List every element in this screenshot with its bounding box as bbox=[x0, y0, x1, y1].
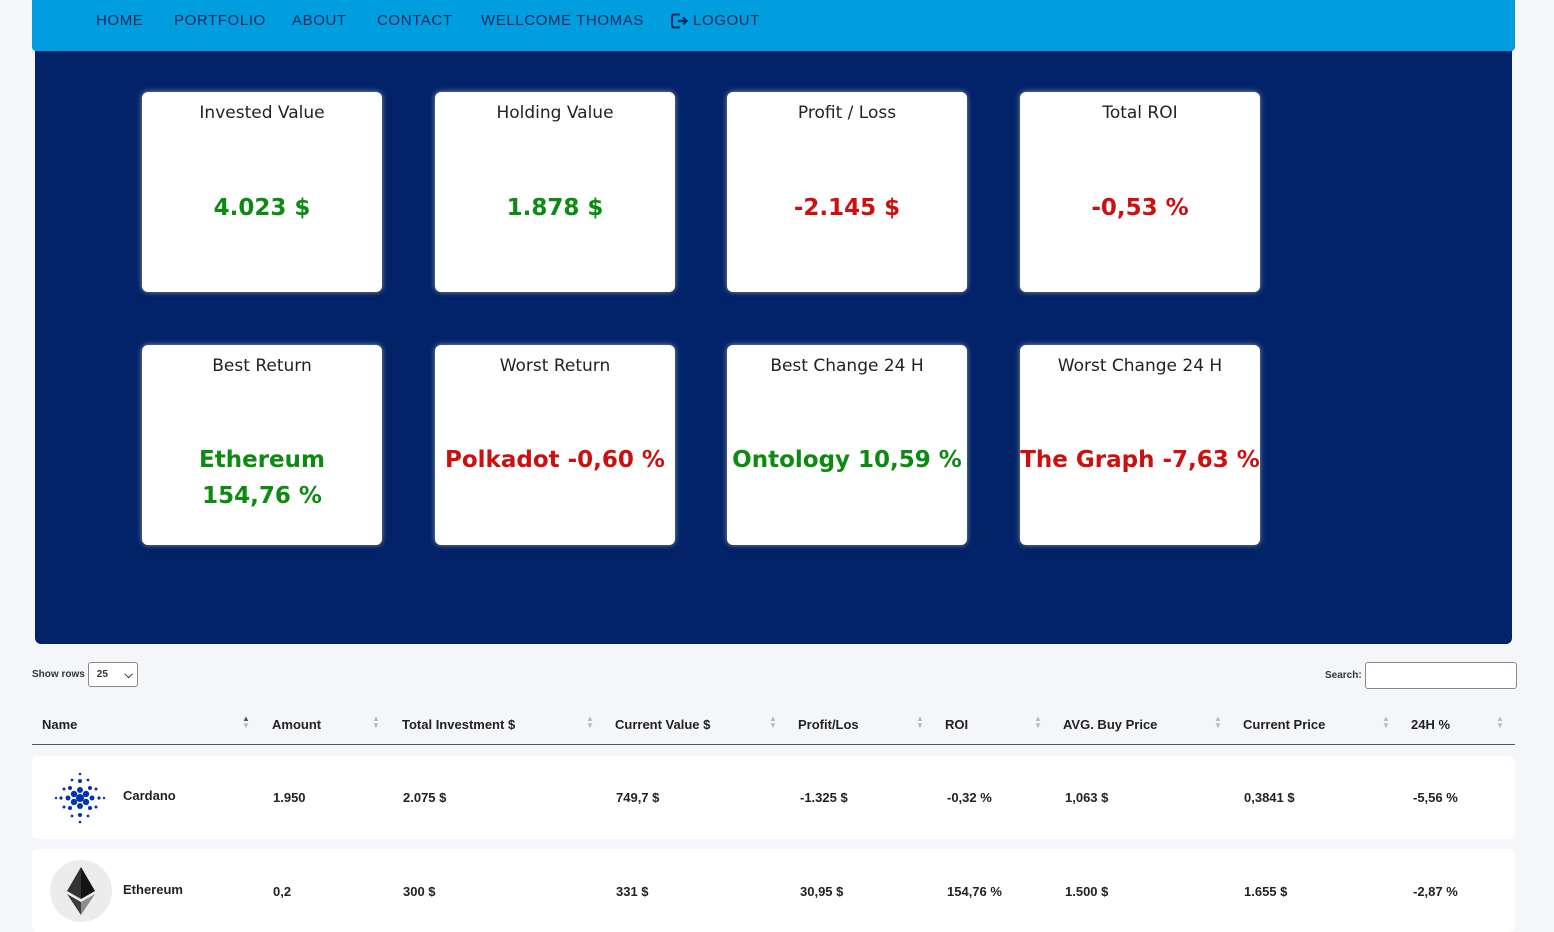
rows-per-page-value: 25 bbox=[96, 669, 108, 680]
card-profit-loss: Profit / Loss -2.145 $ bbox=[727, 92, 967, 292]
card-value: 1.878 $ bbox=[506, 195, 604, 221]
show-rows-control: Show rows 25 ⌵ bbox=[32, 662, 138, 687]
column-header-total-investment[interactable]: Total Investment $ bbox=[402, 717, 515, 732]
card-value: The Graph -7,63 % bbox=[1020, 447, 1260, 473]
chevron-down-icon: ⌵ bbox=[124, 669, 133, 681]
sort-icon[interactable]: ▲ ▼ bbox=[1496, 715, 1504, 730]
column-header-roi[interactable]: ROI bbox=[945, 717, 968, 732]
card-best-change-24h: Best Change 24 H Ontology 10,59 % bbox=[727, 345, 967, 545]
card-invested-value: Invested Value 4.023 $ bbox=[142, 92, 382, 292]
cell-current-value: 749,7 $ bbox=[616, 790, 660, 805]
card-title: Best Return bbox=[212, 356, 312, 376]
top-nav: HOME PORTFOLIO ABOUT CONTACT WELLCOME TH… bbox=[32, 0, 1515, 51]
card-best-return: Best Return Ethereum 154,76 % bbox=[142, 345, 382, 545]
nav-logout[interactable]: LOGOUT bbox=[671, 12, 760, 29]
sort-icon[interactable]: ▲ ▼ bbox=[372, 715, 380, 730]
rows-per-page-select[interactable]: 25 ⌵ bbox=[87, 662, 138, 687]
sort-icon[interactable]: ▲ ▼ bbox=[769, 715, 777, 730]
search-label: Search: bbox=[1325, 670, 1362, 681]
column-header-24h[interactable]: 24H % bbox=[1411, 717, 1450, 732]
cell-total-investment: 300 $ bbox=[403, 884, 436, 899]
cell-profit: -1.325 $ bbox=[800, 790, 848, 805]
card-title: Holding Value bbox=[496, 103, 614, 123]
card-value: Ontology 10,59 % bbox=[732, 447, 962, 473]
nav-portfolio[interactable]: PORTFOLIO bbox=[174, 12, 266, 29]
cell-avg-buy-price: 1,063 $ bbox=[1065, 790, 1109, 805]
column-header-current-price[interactable]: Current Price bbox=[1243, 717, 1325, 732]
cell-avg-buy-price: 1.500 $ bbox=[1065, 884, 1109, 899]
column-header-profit[interactable]: Profit/Los bbox=[798, 717, 859, 732]
column-header-avg-buy-price[interactable]: AVG. Buy Price bbox=[1063, 717, 1157, 732]
logout-icon bbox=[671, 13, 689, 28]
card-title: Worst Return bbox=[499, 356, 611, 376]
cell-24h-change: -2,87 % bbox=[1413, 884, 1458, 899]
card-title: Best Change 24 H bbox=[770, 356, 924, 376]
column-header-amount[interactable]: Amount bbox=[272, 717, 321, 732]
sort-icon[interactable]: ▲ ▼ bbox=[1382, 715, 1390, 730]
cell-roi: -0,32 % bbox=[947, 790, 992, 805]
card-title: Worst Change 24 H bbox=[1057, 356, 1223, 376]
show-rows-label: Show rows bbox=[32, 669, 85, 680]
dashboard-panel: Invested Value 4.023 $ Holding Value 1.8… bbox=[35, 51, 1512, 644]
nav-about[interactable]: ABOUT bbox=[292, 12, 347, 29]
table-row[interactable]: Cardano 1.950 2.075 $ 749,7 $ -1.325 $ -… bbox=[32, 756, 1515, 839]
card-value: -2.145 $ bbox=[793, 195, 901, 221]
cell-24h-change: -5,56 % bbox=[1413, 790, 1458, 805]
nav-welcome[interactable]: WELLCOME THOMAS bbox=[481, 12, 644, 29]
cell-roi: 154,76 % bbox=[947, 884, 1002, 899]
card-worst-return: Worst Return Polkadot -0,60 % bbox=[435, 345, 675, 545]
sort-icon[interactable]: ▲ ▼ bbox=[916, 715, 924, 730]
card-value-name: Ethereum bbox=[199, 447, 325, 473]
card-title: Invested Value bbox=[199, 103, 325, 123]
nav-home[interactable]: HOME bbox=[96, 12, 143, 29]
table-header: Name ▲ ▼ Amount ▲ ▼ Total Investment $ ▲ ▼ … bbox=[32, 706, 1515, 745]
logout-label: LOGOUT bbox=[693, 12, 760, 29]
cell-profit: 30,95 $ bbox=[800, 884, 844, 899]
card-holding-value: Holding Value 1.878 $ bbox=[435, 92, 675, 292]
sort-icon[interactable]: ▲ ▼ bbox=[1034, 715, 1042, 730]
sort-icon[interactable]: ▲ ▼ bbox=[1214, 715, 1222, 730]
card-title: Total ROI bbox=[1102, 103, 1178, 123]
card-value: -0,53 % bbox=[1091, 195, 1189, 221]
card-value-percent: 154,76 % bbox=[202, 483, 322, 509]
card-worst-change-24h: Worst Change 24 H The Graph -7,63 % bbox=[1020, 345, 1260, 545]
cell-current-value: 331 $ bbox=[616, 884, 649, 899]
cell-current-price: 0,3841 $ bbox=[1244, 790, 1295, 805]
cell-total-investment: 2.075 $ bbox=[403, 790, 447, 805]
coin-name[interactable]: Cardano bbox=[123, 788, 176, 803]
column-header-name[interactable]: Name bbox=[42, 717, 77, 732]
cell-amount: 0,2 bbox=[273, 884, 292, 899]
nav-contact[interactable]: CONTACT bbox=[377, 12, 453, 29]
search-control: Search: bbox=[1325, 662, 1517, 689]
search-input[interactable] bbox=[1364, 662, 1517, 689]
cardano-logo-icon bbox=[54, 772, 106, 824]
ethereum-logo-icon bbox=[50, 860, 112, 922]
card-value: 4.023 $ bbox=[213, 195, 311, 221]
table-row[interactable]: Ethereum 0,2 300 $ 331 $ 30,95 $ 154,76 … bbox=[32, 849, 1515, 932]
sort-icon[interactable]: ▲ ▼ bbox=[242, 715, 250, 730]
column-header-current-value[interactable]: Current Value $ bbox=[615, 717, 710, 732]
sort-icon[interactable]: ▲ ▼ bbox=[586, 715, 594, 730]
card-value: Polkadot -0,60 % bbox=[445, 447, 665, 473]
cell-amount: 1.950 bbox=[273, 790, 306, 805]
cell-current-price: 1.655 $ bbox=[1244, 884, 1288, 899]
card-title: Profit / Loss bbox=[797, 103, 897, 123]
card-total-roi: Total ROI -0,53 % bbox=[1020, 92, 1260, 292]
coin-name[interactable]: Ethereum bbox=[123, 882, 183, 897]
